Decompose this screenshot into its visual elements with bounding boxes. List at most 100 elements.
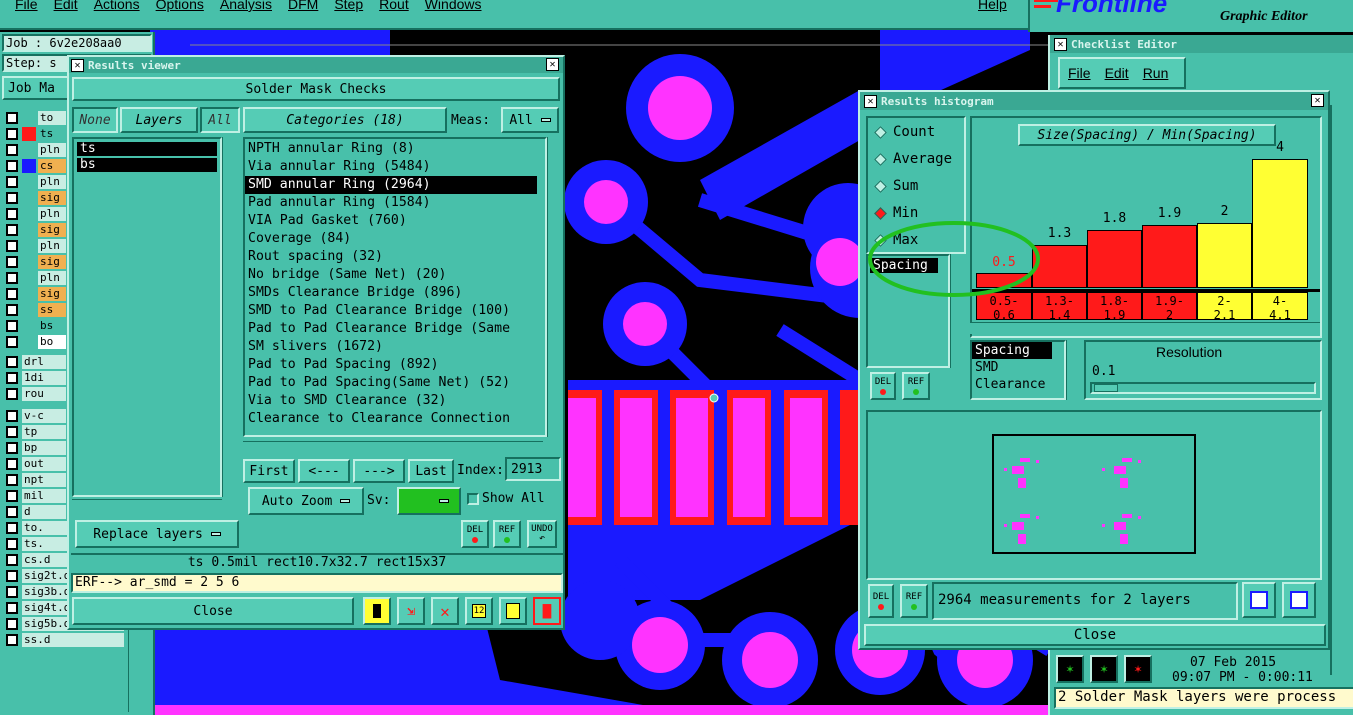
ref-button[interactable]: REF — [493, 520, 521, 548]
index-input[interactable]: 2913 — [505, 457, 561, 481]
undo-button[interactable]: UNDO ↶ — [527, 520, 557, 548]
layer-row[interactable]: v-c — [6, 408, 66, 424]
layer-row[interactable]: rou — [6, 386, 66, 402]
menu-help[interactable]: Help — [978, 0, 1007, 12]
bar-range-cell[interactable]: 1.9- 2 — [1142, 292, 1197, 320]
job-matrix-button[interactable]: Job Ma — [2, 76, 72, 100]
layer-checkbox[interactable] — [6, 304, 18, 316]
none-button[interactable]: None — [72, 107, 118, 133]
results-viewer-titlebar[interactable]: ✕ Results viewer ✕ — [69, 57, 563, 73]
category-item[interactable]: SMD to Pad Clearance Bridge (100) — [245, 302, 545, 320]
chart-hscroll[interactable] — [970, 322, 1320, 334]
layer-list-vscroll[interactable] — [222, 137, 236, 497]
del-button[interactable]: DEL — [461, 520, 489, 548]
checklist-menu-run[interactable]: Run — [1143, 65, 1169, 81]
window-menu-icon[interactable]: ✕ — [1054, 37, 1067, 51]
categories-button[interactable]: Categories (18) — [243, 107, 447, 133]
category-item[interactable]: Pad to Pad Clearance Bridge (Same — [245, 320, 545, 338]
category-item[interactable]: VIA Pad Gasket (760) — [245, 212, 545, 230]
mode-radio-sum[interactable]: Sum — [872, 178, 918, 194]
histogram-icon-button[interactable]: ▇ — [533, 597, 561, 625]
graph-icon-button[interactable] — [363, 597, 391, 625]
erf-field[interactable]: ERF--> ar_smd = 2 5 6 — [71, 573, 563, 593]
layer-row[interactable]: mil — [6, 488, 66, 504]
prev-button[interactable]: <--- — [298, 459, 350, 483]
menu-dfm[interactable]: DFM — [288, 0, 318, 12]
layer-row[interactable]: ss — [6, 302, 66, 318]
layer-row[interactable]: to — [6, 110, 66, 126]
category-item[interactable]: Pad to Pad Spacing(Same Net) (52) — [245, 374, 545, 392]
layer-checkbox[interactable] — [6, 356, 18, 368]
layer-row[interactable]: ts — [6, 126, 66, 142]
layer-checkbox[interactable] — [6, 128, 18, 140]
close-button[interactable]: Close — [72, 597, 354, 625]
meas-dropdown[interactable]: All — [501, 107, 559, 133]
layer-row[interactable]: d — [6, 504, 66, 520]
auto-zoom-dropdown[interactable]: Auto Zoom — [248, 487, 364, 515]
solder-mask-checks-header[interactable]: Solder Mask Checks — [72, 77, 560, 101]
checklist-menu-file[interactable]: File — [1068, 65, 1091, 81]
layer-checkbox[interactable] — [6, 602, 18, 614]
layer-checkbox[interactable] — [6, 506, 18, 518]
layer-row[interactable]: sig — [6, 254, 66, 270]
category-item[interactable]: Coverage (84) — [245, 230, 545, 248]
hist-del-button[interactable]: DEL — [870, 372, 896, 400]
menu-windows[interactable]: Windows — [425, 0, 482, 12]
window-menu-icon[interactable]: ✕ — [864, 94, 877, 108]
type-list[interactable]: Spacing SMD Clearance — [970, 340, 1066, 400]
list-item[interactable]: bs — [77, 158, 217, 172]
histogram-titlebar[interactable]: ✕ Results histogram ✕ — [860, 92, 1328, 110]
bar-range-cell[interactable]: 1.8- 1.9 — [1087, 292, 1142, 320]
histogram-bar[interactable] — [1142, 225, 1197, 288]
run-icon-3[interactable]: ✶ — [1124, 655, 1152, 683]
bar-range-cell[interactable]: 2- 2.1 — [1197, 292, 1252, 320]
layer-checkbox[interactable] — [6, 586, 18, 598]
histogram-bar[interactable] — [1252, 159, 1308, 288]
layer-row[interactable]: out — [6, 456, 66, 472]
category-item[interactable]: Pad annular Ring (1584) — [245, 194, 545, 212]
layer-checkbox[interactable] — [6, 570, 18, 582]
list-item[interactable]: Spacing — [972, 342, 1052, 359]
layer-checkbox[interactable] — [6, 474, 18, 486]
layer-checkbox[interactable] — [6, 372, 18, 384]
layer-row[interactable]: pln — [6, 142, 66, 158]
layer-checkbox[interactable] — [6, 208, 18, 220]
mode-radio-average[interactable]: Average — [872, 151, 952, 167]
zoom-preview-button[interactable] — [1282, 582, 1316, 618]
layers-button[interactable]: Layers — [120, 107, 198, 133]
checklist-titlebar[interactable]: ✕ Checklist Editor — [1050, 35, 1353, 53]
first-button[interactable]: First — [243, 459, 295, 483]
category-item[interactable]: Via annular Ring (5484) — [245, 158, 545, 176]
layer-row[interactable]: pln — [6, 206, 66, 222]
categories-list[interactable]: NPTH annular Ring (8) Via annular Ring (5… — [243, 137, 547, 437]
ref-cross-icon-button[interactable]: ✕ — [431, 597, 459, 625]
layer-row[interactable]: tp — [6, 424, 66, 440]
layer-row[interactable]: ss.d — [6, 632, 124, 648]
layer-checkbox[interactable] — [6, 522, 18, 534]
layer-row[interactable]: pln — [6, 174, 66, 190]
sv-color-dropdown[interactable] — [397, 487, 461, 515]
layer-checkbox[interactable] — [6, 160, 18, 172]
category-item[interactable]: Via to SMD Clearance (32) — [245, 392, 545, 410]
menu-step[interactable]: Step — [334, 0, 363, 12]
layer-checkbox[interactable] — [6, 410, 18, 422]
preview-del-button[interactable]: DEL — [868, 584, 894, 618]
histogram-bar[interactable] — [1087, 230, 1142, 288]
bar-range-cell[interactable]: 4- 4.1 — [1252, 292, 1308, 320]
layer-row[interactable]: npt — [6, 472, 66, 488]
menu-actions[interactable]: Actions — [94, 0, 140, 12]
menu-file[interactable]: File — [15, 0, 38, 12]
histogram-close-button[interactable]: Close — [864, 624, 1326, 646]
resolution-slider[interactable] — [1090, 382, 1316, 394]
layer-checkbox[interactable] — [6, 634, 18, 646]
layer-checkbox[interactable] — [6, 442, 18, 454]
category-item[interactable]: NPTH annular Ring (8) — [245, 140, 545, 158]
layer-checkbox[interactable] — [6, 490, 18, 502]
layer-row[interactable]: drl — [6, 354, 66, 370]
layer-checkbox[interactable] — [6, 256, 18, 268]
export-icon-button[interactable]: ⇲ — [397, 597, 425, 625]
layer-row[interactable]: sig — [6, 286, 66, 302]
layer-checkbox[interactable] — [6, 458, 18, 470]
layer-row[interactable]: sig — [6, 190, 66, 206]
menu-options[interactable]: Options — [156, 0, 204, 12]
